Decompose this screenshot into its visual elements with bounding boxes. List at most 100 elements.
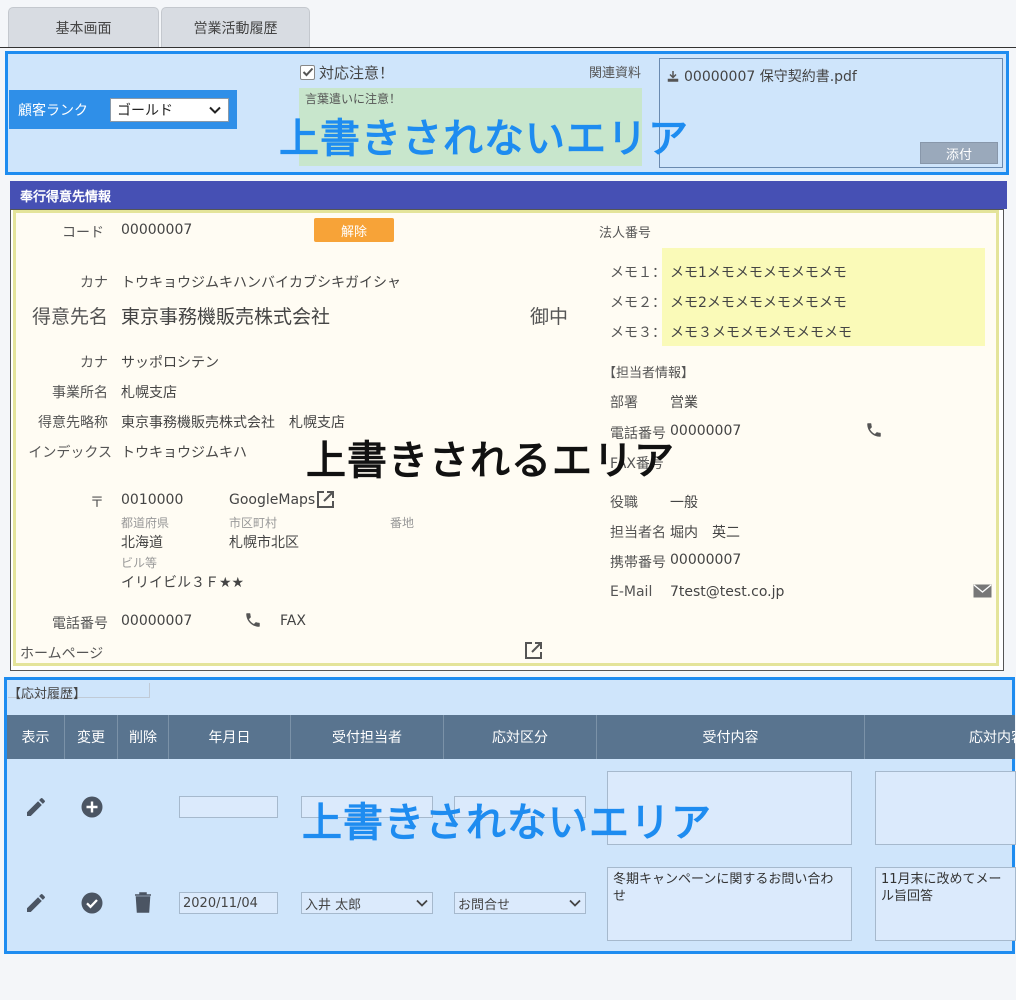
col-view: 表示 [7,715,65,759]
col-edit: 変更 [65,715,118,759]
person-label: 担当者名 [610,525,666,541]
contact-tel-value: 00000007 [670,423,742,439]
phone-icon[interactable] [244,611,262,629]
chevron-down-icon [569,899,581,907]
customer-rank-select[interactable]: ゴールド [110,97,229,122]
trash-icon[interactable] [133,891,153,913]
role-value: 一般 [670,495,698,511]
short-name-label: 得意先略称 [38,415,108,431]
dept-label: 部署 [610,395,638,411]
pref-value: 北海道 [121,535,163,551]
kana-label: カナ [80,275,108,291]
person-value: 堀内 英二 [670,525,740,541]
honorific: 御中 [530,306,569,328]
tab-label: 基本画面 [55,20,112,37]
dept-value: 営業 [670,395,698,411]
col-response: 応対内容 [969,730,1016,746]
code-value: 00000007 [121,222,193,238]
role-label: 役職 [610,495,638,511]
staff-select[interactable]: 入井 太郎 [301,892,433,914]
type-select[interactable]: お問合せ [454,892,586,914]
customer-rank-value: ゴールド [117,102,173,119]
bldg-value: イリイビル３Ｆ★★ [121,575,245,591]
zip-value: 0010000 [121,492,184,508]
customer-rank-label: 顧客ランク [18,102,88,119]
pencil-icon[interactable] [24,891,48,915]
col-type: 応対区分 [444,715,597,759]
name-label: 得意先名 [31,306,108,328]
mail-icon[interactable] [973,584,992,598]
bldg-label: ビル等 [121,556,158,570]
office-kana-value: サッポロシテン [121,355,219,371]
memo2-label: メモ２： [610,295,666,311]
date-input[interactable]: 2020/11/04 [179,892,278,914]
tel-value: 00000007 [121,613,193,629]
related-docs-label: 関連資料 [589,66,642,81]
city-value: 札幌市北区 [229,535,299,551]
check-circle-icon[interactable] [80,891,104,915]
corp-no-label: 法人番号 [599,226,652,241]
maps-label: GoogleMaps [229,492,316,508]
overlay-label-top: 上書きされないエリア [279,116,689,162]
col-delete: 削除 [118,715,169,759]
response-textarea[interactable]: 11月末に改めてメール旨回答 [875,867,1016,941]
content-textarea[interactable]: 冬期キャンペーンに関するお問い合わせ [607,867,852,941]
memo1-label: メモ１： [610,265,666,281]
kana-value: トウキョウジムキハンバイカブシキガイシャ [121,275,401,291]
code-label: コード [62,225,104,241]
office-value: 札幌支店 [121,385,177,401]
index-label: インデックス [28,445,112,461]
block-label: 番地 [390,516,415,530]
memo3-value: メモ３メモメモメモメモメモ [670,325,852,341]
mobile-label: 携帯番号 [610,555,666,571]
file-name: 00000007 保守契約書.pdf [684,69,857,85]
overlay-label-mid: 上書きされるエリア [306,438,675,484]
overlay-label-bottom: 上書きされないエリア [302,800,712,846]
attach-button[interactable]: 添付 [920,142,998,164]
tab-sales-history[interactable]: 営業活動履歴 [161,7,310,47]
caution-checkbox[interactable] [300,65,315,80]
chevron-down-icon [209,106,221,114]
tab-label: 営業活動履歴 [193,20,278,37]
city-label: 市区町村 [229,516,278,530]
history-label: 【応対履歴】 [8,683,150,702]
file-link[interactable]: 00000007 保守契約書.pdf [667,66,857,86]
fax-label: FAX [280,613,306,629]
staff-value: 入井 太郎 [305,897,362,913]
chevron-down-icon [416,899,428,907]
memo3-label: メモ３： [610,325,666,341]
release-button[interactable]: 解除 [314,218,394,242]
type-value: お問合せ [458,897,511,913]
name-value: 東京事務機販売株式会社 [121,306,331,328]
col-staff: 受付担当者 [291,715,444,759]
pref-label: 都道府県 [121,516,170,530]
customer-rank-group: 顧客ランク ゴールド [9,90,237,129]
caution-label: 対応注意！ [319,64,395,82]
download-icon [667,71,679,82]
date-input[interactable] [179,796,278,818]
index-value: トウキョウジムキハ [121,445,247,461]
col-date: 年月日 [169,715,291,759]
caution-checkbox-group[interactable]: 対応注意！ [300,62,394,83]
email-value: 7test@test.co.jp [670,584,785,600]
homepage-label: ホームページ [20,646,104,662]
phone-icon[interactable] [865,421,883,439]
col-content: 受付内容 [597,715,865,759]
zip-label: 〒 [90,495,104,511]
memo1-value: メモ1メモメモメモメモメモ [670,265,847,281]
response-textarea[interactable] [875,771,1016,845]
office-label: 事業所名 [52,385,108,401]
add-circle-icon[interactable] [80,795,104,819]
tab-basic[interactable]: 基本画面 [8,7,159,47]
mobile-value: 00000007 [670,552,742,568]
contact-header: 【担当者情報】 [603,366,695,381]
external-link-icon[interactable] [316,490,335,509]
memo2-value: メモ2メモメモメモメモメモ [670,295,847,311]
external-link-icon[interactable] [524,641,543,660]
section-title: 奉行得意先情報 [10,181,1007,209]
office-kana-label: カナ [80,355,108,371]
email-label: E-Mail [610,584,653,600]
date-value: 2020/11/04 [183,895,258,911]
check-icon [302,67,314,77]
pencil-icon[interactable] [24,795,48,819]
